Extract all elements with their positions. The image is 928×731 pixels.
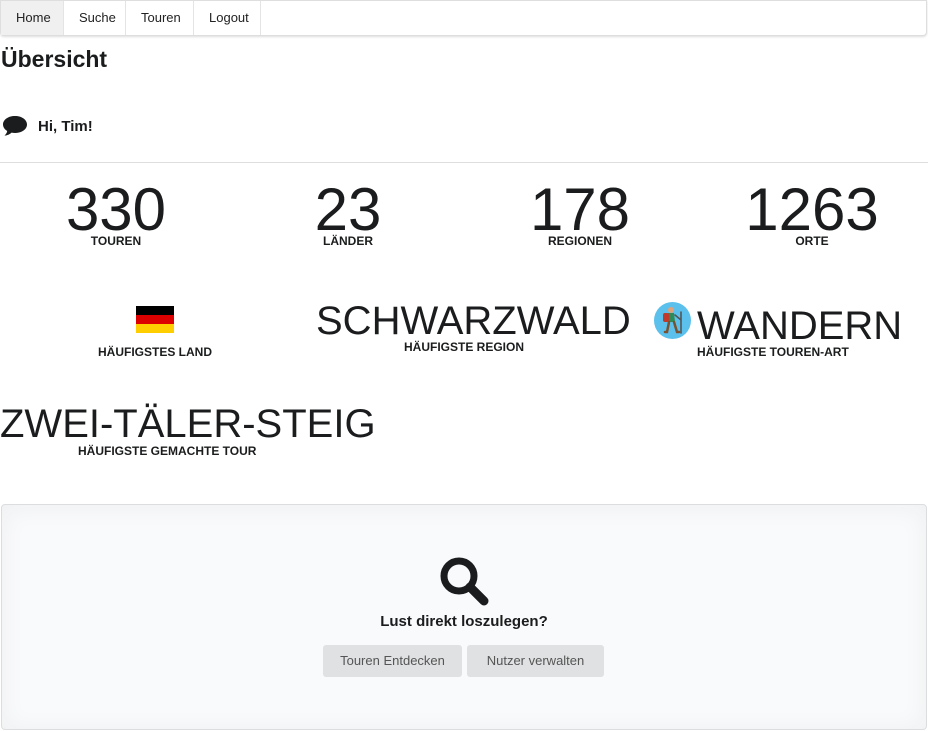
stat-touren: 330 Touren bbox=[0, 172, 232, 248]
nav-item-home[interactable]: Home bbox=[1, 1, 64, 35]
top-nav-menu: Home Suche Touren Logout bbox=[0, 0, 927, 36]
cta-text: Lust direkt loszulegen? bbox=[380, 613, 548, 630]
nav-item-touren[interactable]: Touren bbox=[126, 1, 194, 35]
greeting: Hi, Tim! bbox=[2, 114, 93, 138]
stat-label: Orte bbox=[795, 234, 829, 248]
discover-tours-button[interactable]: Touren Entdecken bbox=[323, 645, 462, 677]
germany-flag-icon bbox=[136, 306, 174, 333]
nav-item-suche[interactable]: Suche bbox=[64, 1, 126, 35]
stat-orte: 1263 Orte bbox=[696, 172, 928, 248]
most-frequent-region-label: Häufigste Region bbox=[404, 340, 525, 354]
most-frequent-country-label: Häufigstes Land bbox=[98, 345, 212, 359]
stat-regionen: 178 Regionen bbox=[464, 172, 696, 248]
most-frequent-tour-value: ZWEI-TÄLER-STEIG bbox=[0, 402, 376, 446]
stat-laender: 23 Länder bbox=[232, 172, 464, 248]
most-frequent-tour-label: Häufigste gemachte Tour bbox=[78, 444, 257, 458]
search-icon bbox=[440, 557, 489, 606]
stat-label: Touren bbox=[90, 234, 142, 248]
hiker-icon bbox=[654, 302, 691, 339]
most-frequent-tour-type-label: Häufigste Touren-Art bbox=[697, 345, 849, 359]
greeting-text: Hi, Tim! bbox=[38, 117, 93, 135]
page-title: Übersicht bbox=[1, 46, 108, 72]
manage-users-button[interactable]: Nutzer verwalten bbox=[467, 645, 604, 677]
stat-label: Regionen bbox=[547, 234, 612, 248]
stat-label: Länder bbox=[323, 234, 373, 248]
divider bbox=[0, 162, 928, 163]
comment-icon bbox=[3, 116, 27, 136]
most-frequent-region-value: SCHWARZWALD bbox=[316, 299, 631, 343]
nav-item-logout[interactable]: Logout bbox=[194, 1, 261, 35]
most-frequent-tour-type-value: WANDERN bbox=[697, 304, 903, 348]
